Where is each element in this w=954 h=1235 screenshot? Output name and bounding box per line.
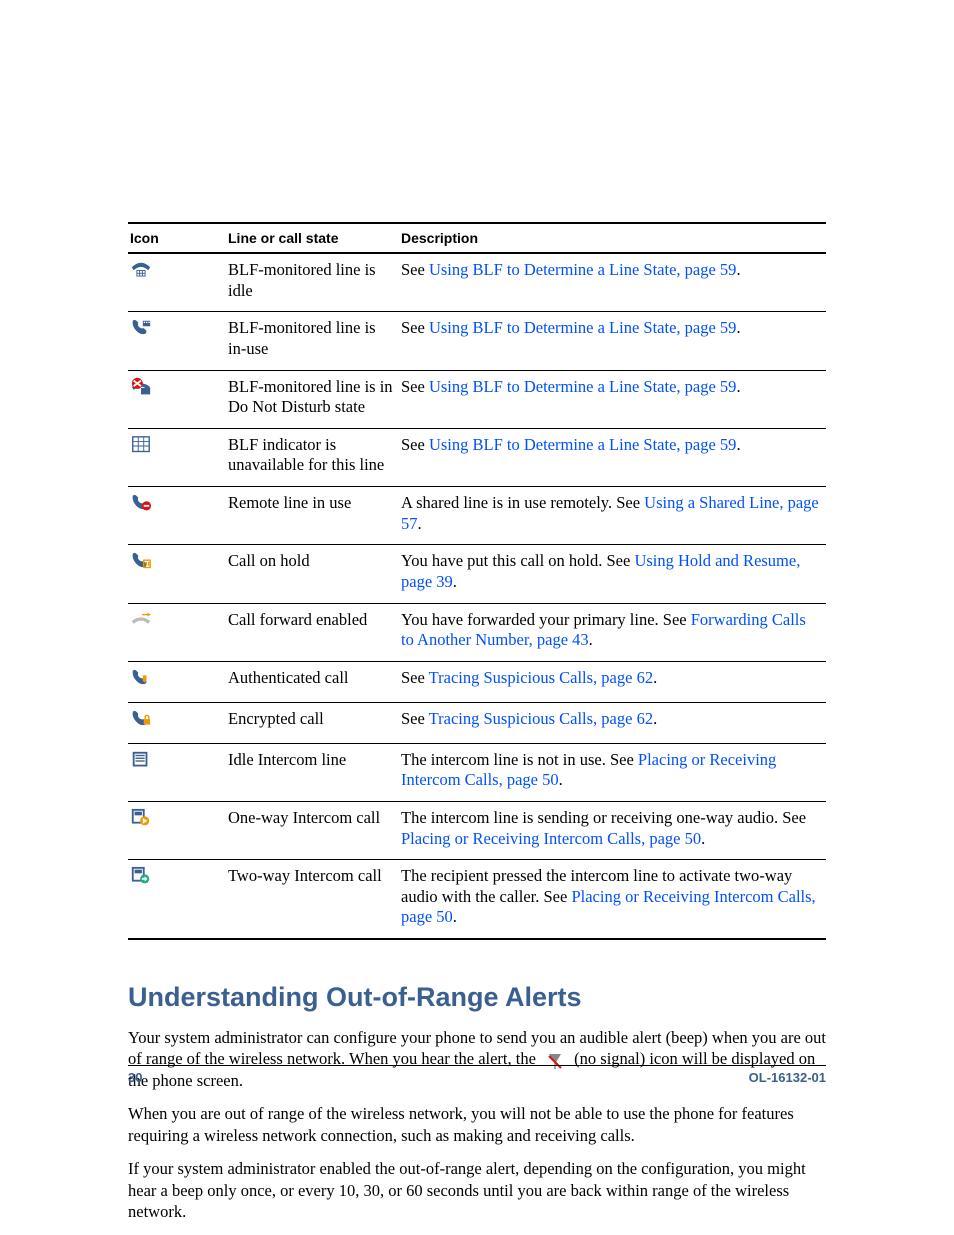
cross-ref-link[interactable]: Tracing Suspicious Calls, page 62 — [429, 668, 653, 687]
table-row: Remote line in use A shared line is in u… — [128, 487, 826, 545]
state-text: One-way Intercom call — [226, 801, 399, 859]
state-text: Authenticated call — [226, 661, 399, 702]
body-paragraph: If your system administrator enabled the… — [128, 1158, 826, 1222]
body-paragraph: When you are out of range of the wireles… — [128, 1103, 826, 1146]
desc-text: See Using BLF to Determine a Line State,… — [399, 253, 826, 312]
table-row: BLF indicator is unavailable for this li… — [128, 428, 826, 486]
call-hold-icon — [130, 551, 152, 571]
cross-ref-link[interactable]: Using BLF to Determine a Line State, pag… — [429, 377, 736, 396]
table-row: Two-way Intercom call The recipient pres… — [128, 860, 826, 939]
state-text: Call forward enabled — [226, 603, 399, 661]
state-text: BLF indicator is unavailable for this li… — [226, 428, 399, 486]
table-row: BLF-monitored line is idle See Using BLF… — [128, 253, 826, 312]
cross-ref-link[interactable]: Using BLF to Determine a Line State, pag… — [429, 435, 736, 454]
desc-text: You have put this call on hold. See Usin… — [399, 545, 826, 603]
desc-text: See Using BLF to Determine a Line State,… — [399, 428, 826, 486]
page-number: 30 — [128, 1070, 142, 1085]
state-text: Idle Intercom line — [226, 743, 399, 801]
section-heading: Understanding Out-of-Range Alerts — [128, 982, 826, 1013]
state-text: BLF-monitored line is in-use — [226, 312, 399, 370]
table-row: BLF-monitored line is in Do Not Disturb … — [128, 370, 826, 428]
state-text: Call on hold — [226, 545, 399, 603]
phone-idle-icon — [130, 260, 152, 280]
state-text: Two-way Intercom call — [226, 860, 399, 939]
icon-state-table: Icon Line or call state Description BLF-… — [128, 222, 826, 940]
th-desc: Description — [399, 223, 826, 253]
cross-ref-link[interactable]: Using BLF to Determine a Line State, pag… — [429, 318, 736, 337]
table-row: Authenticated call See Tracing Suspiciou… — [128, 661, 826, 702]
cross-ref-link[interactable]: Tracing Suspicious Calls, page 62 — [429, 709, 653, 728]
phone-inuse-icon — [130, 318, 152, 338]
th-icon: Icon — [128, 223, 226, 253]
blf-unavailable-icon — [130, 435, 152, 455]
page-footer: 30 OL-16132-01 — [128, 1065, 826, 1085]
desc-text: The intercom line is sending or receivin… — [399, 801, 826, 859]
state-text: BLF-monitored line is idle — [226, 253, 399, 312]
desc-text: A shared line is in use remotely. See Us… — [399, 487, 826, 545]
state-text: Encrypted call — [226, 702, 399, 743]
desc-text: See Tracing Suspicious Calls, page 62. — [399, 661, 826, 702]
table-row: BLF-monitored line is in-use See Using B… — [128, 312, 826, 370]
remote-line-icon — [130, 493, 152, 513]
authenticated-call-icon — [130, 668, 152, 688]
cross-ref-link[interactable]: Placing or Receiving Intercom Calls, pag… — [401, 829, 701, 848]
intercom-oneway-icon — [130, 808, 152, 828]
doc-id: OL-16132-01 — [749, 1070, 826, 1085]
table-row: Call forward enabled You have forwarded … — [128, 603, 826, 661]
table-row: Encrypted call See Tracing Suspicious Ca… — [128, 702, 826, 743]
intercom-twoway-icon — [130, 866, 152, 886]
table-row: Call on hold You have put this call on h… — [128, 545, 826, 603]
cross-ref-link[interactable]: Using BLF to Determine a Line State, pag… — [429, 260, 736, 279]
intercom-idle-icon — [130, 750, 152, 770]
table-row: Idle Intercom line The intercom line is … — [128, 743, 826, 801]
table-row: One-way Intercom call The intercom line … — [128, 801, 826, 859]
desc-text: You have forwarded your primary line. Se… — [399, 603, 826, 661]
encrypted-call-icon — [130, 709, 152, 729]
state-text: BLF-monitored line is in Do Not Disturb … — [226, 370, 399, 428]
desc-text: The recipient pressed the intercom line … — [399, 860, 826, 939]
document-page: Icon Line or call state Description BLF-… — [0, 0, 954, 1235]
th-state: Line or call state — [226, 223, 399, 253]
desc-text: See Using BLF to Determine a Line State,… — [399, 370, 826, 428]
desc-text: See Tracing Suspicious Calls, page 62. — [399, 702, 826, 743]
phone-dnd-icon — [130, 377, 152, 397]
call-forward-icon — [130, 610, 152, 630]
state-text: Remote line in use — [226, 487, 399, 545]
desc-text: The intercom line is not in use. See Pla… — [399, 743, 826, 801]
desc-text: See Using BLF to Determine a Line State,… — [399, 312, 826, 370]
